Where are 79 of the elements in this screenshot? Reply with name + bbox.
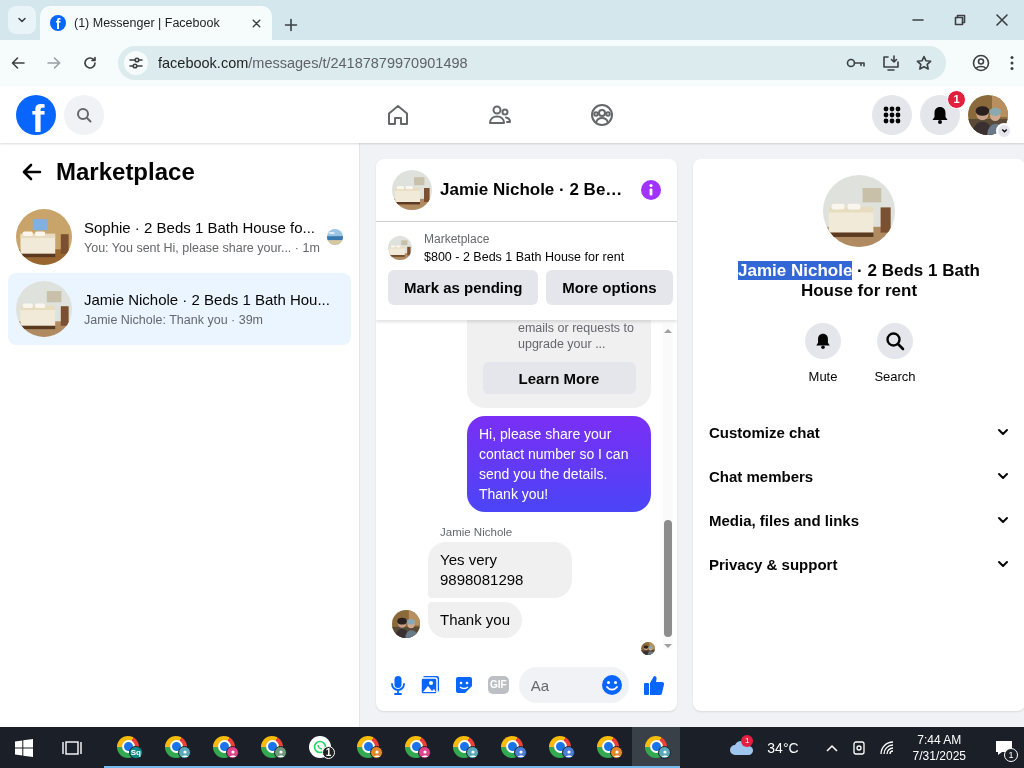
chevron-down-icon — [997, 558, 1009, 570]
learn-more-button[interactable]: Learn More — [482, 362, 636, 394]
groups-icon — [590, 102, 614, 127]
clock-date[interactable]: 7/31/2025 — [912, 747, 966, 764]
taskbar-app[interactable]: 1 — [296, 727, 344, 768]
new-tab-icon — [284, 18, 298, 32]
url-text: facebook.com/messages/t/24187879970901498 — [158, 55, 469, 71]
info-icon[interactable] — [641, 180, 661, 200]
tab-title: (1) Messenger | Facebook — [74, 16, 221, 30]
section-header[interactable]: Media, files and links — [709, 498, 1009, 542]
reload-icon — [82, 55, 98, 71]
message-field[interactable]: Aa — [518, 667, 629, 703]
back-icon — [10, 55, 26, 71]
notifications-button[interactable] — [920, 94, 960, 135]
search-icon — [76, 106, 92, 123]
restore-icon — [954, 14, 966, 26]
chat-name: Sophie · 2 Beds 1 Bath House fo... — [84, 217, 315, 237]
facebook-logo-icon: f — [50, 15, 66, 31]
chat-app-icon — [309, 735, 331, 758]
chevron-down-icon — [997, 426, 1009, 438]
microphone-icon[interactable] — [390, 675, 406, 695]
profile-icon — [972, 54, 990, 72]
more-icon — [1010, 55, 1014, 71]
image-icon[interactable] — [420, 675, 440, 695]
section-header[interactable]: Chat members — [709, 454, 1009, 498]
page-title: Marketplace — [56, 158, 195, 186]
close-icon — [996, 14, 1008, 26]
bell-icon — [814, 332, 832, 350]
temperature: 34°C — [767, 739, 799, 756]
search-button[interactable] — [64, 94, 104, 135]
bell-icon — [930, 104, 950, 125]
home-icon — [386, 102, 410, 127]
taskbar-app[interactable]: Sq — [104, 727, 152, 768]
message-text: emails or requests to upgrade your ... — [518, 320, 636, 352]
camera-icon[interactable] — [850, 739, 867, 756]
emoji-icon[interactable] — [601, 674, 623, 696]
chat-preview: Jamie Nichole: Thank you · 39m — [84, 311, 265, 329]
thumbs-up-icon[interactable] — [643, 674, 665, 696]
message-bubble: Hi, please share your contact number so I can send you the details. Thank you! — [467, 416, 651, 512]
chat-title: Jamie Nichole · 2 Be… — [440, 180, 624, 200]
taskbar-app[interactable] — [632, 727, 680, 768]
menu-button[interactable] — [872, 94, 912, 135]
notification-badge: 1 — [322, 746, 335, 759]
facebook-logo[interactable]: f — [16, 94, 56, 135]
chevron-down-icon — [997, 470, 1009, 482]
listing-button[interactable]: More options — [546, 270, 673, 305]
grid-icon — [882, 104, 902, 125]
message-bubble: Yes very 9898081298 — [428, 542, 572, 598]
message-bubble: Thank you — [428, 602, 523, 638]
key-icon — [846, 57, 866, 69]
listing-title: $800 - 2 Beds 1 Bath House for rent — [424, 250, 625, 264]
windows-icon[interactable] — [15, 738, 33, 757]
chevron-down-icon — [999, 126, 1009, 135]
tune-icon — [128, 55, 144, 71]
chat-name: Jamie Nichole · 2 Beds 1 Bath Hou... — [84, 289, 331, 309]
close-icon — [251, 17, 262, 29]
forward-icon — [46, 55, 62, 71]
listing-label: Marketplace — [424, 232, 491, 246]
conversation-title: Jamie Nichole · 2 Beds 1 Bath House for rent — [737, 261, 981, 301]
section-header[interactable]: Privacy & support — [709, 542, 1009, 586]
browser-tab[interactable]: f (1) Messenger | Facebook — [40, 6, 272, 40]
section-header[interactable]: Customize chat — [709, 410, 1009, 454]
task-view-icon[interactable] — [62, 738, 82, 757]
chevron-down-icon — [997, 514, 1009, 526]
chat-item[interactable]: Sophie · 2 Beds 1 Bath House fo... You: You sent Hi, please share your... · 1m — [8, 201, 351, 273]
sticker-icon[interactable] — [454, 675, 474, 695]
browser-icon — [117, 735, 139, 758]
star-icon — [916, 55, 932, 71]
notification-badge: 1 — [947, 89, 966, 109]
sender-name: Jamie Nichole — [440, 526, 514, 538]
back-arrow-icon — [22, 162, 42, 182]
notification-badge: 1 — [741, 734, 754, 747]
clock-time[interactable]: 7:44 AM — [917, 731, 962, 748]
address-bar[interactable]: facebook.com/messages/t/24187879970901498 — [118, 46, 946, 80]
install-icon — [882, 55, 900, 71]
search-icon — [885, 331, 905, 351]
listing-button[interactable]: Mark as pending — [388, 270, 539, 305]
chat-item[interactable]: Jamie Nichole · 2 Beds 1 Bath Hou... Jamie Nichole: Thank you · 39m — [8, 273, 351, 345]
wifi-icon[interactable] — [878, 739, 895, 756]
